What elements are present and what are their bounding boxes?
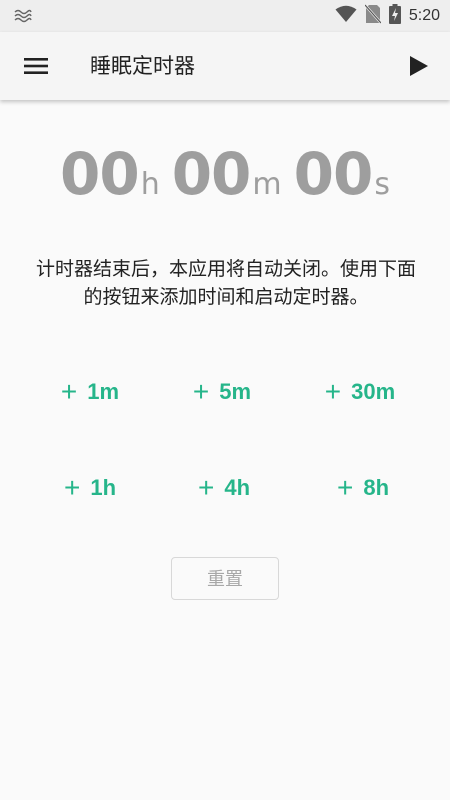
add-8h-button[interactable]: +8h bbox=[303, 463, 423, 513]
plus-icon: + bbox=[324, 376, 342, 407]
add-30m-button[interactable]: +30m bbox=[300, 367, 420, 417]
add-5m-button[interactable]: +5m bbox=[162, 367, 282, 417]
timer-minutes-unit: m bbox=[252, 167, 282, 202]
add-1m-button[interactable]: +1m bbox=[30, 367, 150, 417]
battery-charging-icon bbox=[388, 4, 401, 28]
timer-hours-unit: h bbox=[140, 167, 160, 202]
timer-display: 00h 00m 00s bbox=[0, 140, 450, 208]
notification-icon bbox=[14, 7, 32, 27]
timer-seconds: 00 bbox=[293, 140, 374, 208]
page-title: 睡眠定时器 bbox=[90, 54, 195, 78]
add-1h-button[interactable]: +1h bbox=[30, 463, 150, 513]
timer-hours: 00 bbox=[59, 140, 140, 208]
plus-icon: + bbox=[60, 376, 78, 407]
play-icon[interactable] bbox=[404, 52, 432, 80]
add-button-label: 1m bbox=[87, 379, 120, 404]
plus-icon: + bbox=[197, 472, 215, 503]
wifi-icon bbox=[335, 5, 357, 27]
add-button-label: 30m bbox=[351, 379, 396, 404]
status-icons: 5:20 bbox=[335, 0, 440, 32]
plus-icon: + bbox=[63, 472, 81, 503]
add-button-label: 4h bbox=[224, 475, 251, 500]
timer-seconds-unit: s bbox=[374, 167, 391, 202]
plus-icon: + bbox=[336, 472, 354, 503]
description-text: 计时器结束后，本应用将自动关闭。使用下面的按钮来添加时间和启动定时器。 bbox=[35, 258, 416, 308]
app-bar: 睡眠定时器 bbox=[0, 32, 450, 100]
timer-minutes: 00 bbox=[171, 140, 252, 208]
reset-button[interactable]: 重置 bbox=[171, 557, 279, 600]
plus-icon: + bbox=[192, 376, 210, 407]
add-button-label: 5m bbox=[219, 379, 252, 404]
menu-icon[interactable] bbox=[22, 52, 50, 80]
no-sim-icon bbox=[363, 4, 382, 28]
add-button-label: 8h bbox=[363, 475, 390, 500]
status-time: 5:20 bbox=[408, 7, 440, 24]
status-bar: 5:20 bbox=[0, 0, 450, 32]
add-button-label: 1h bbox=[90, 475, 117, 500]
add-4h-button[interactable]: +4h bbox=[164, 463, 284, 513]
